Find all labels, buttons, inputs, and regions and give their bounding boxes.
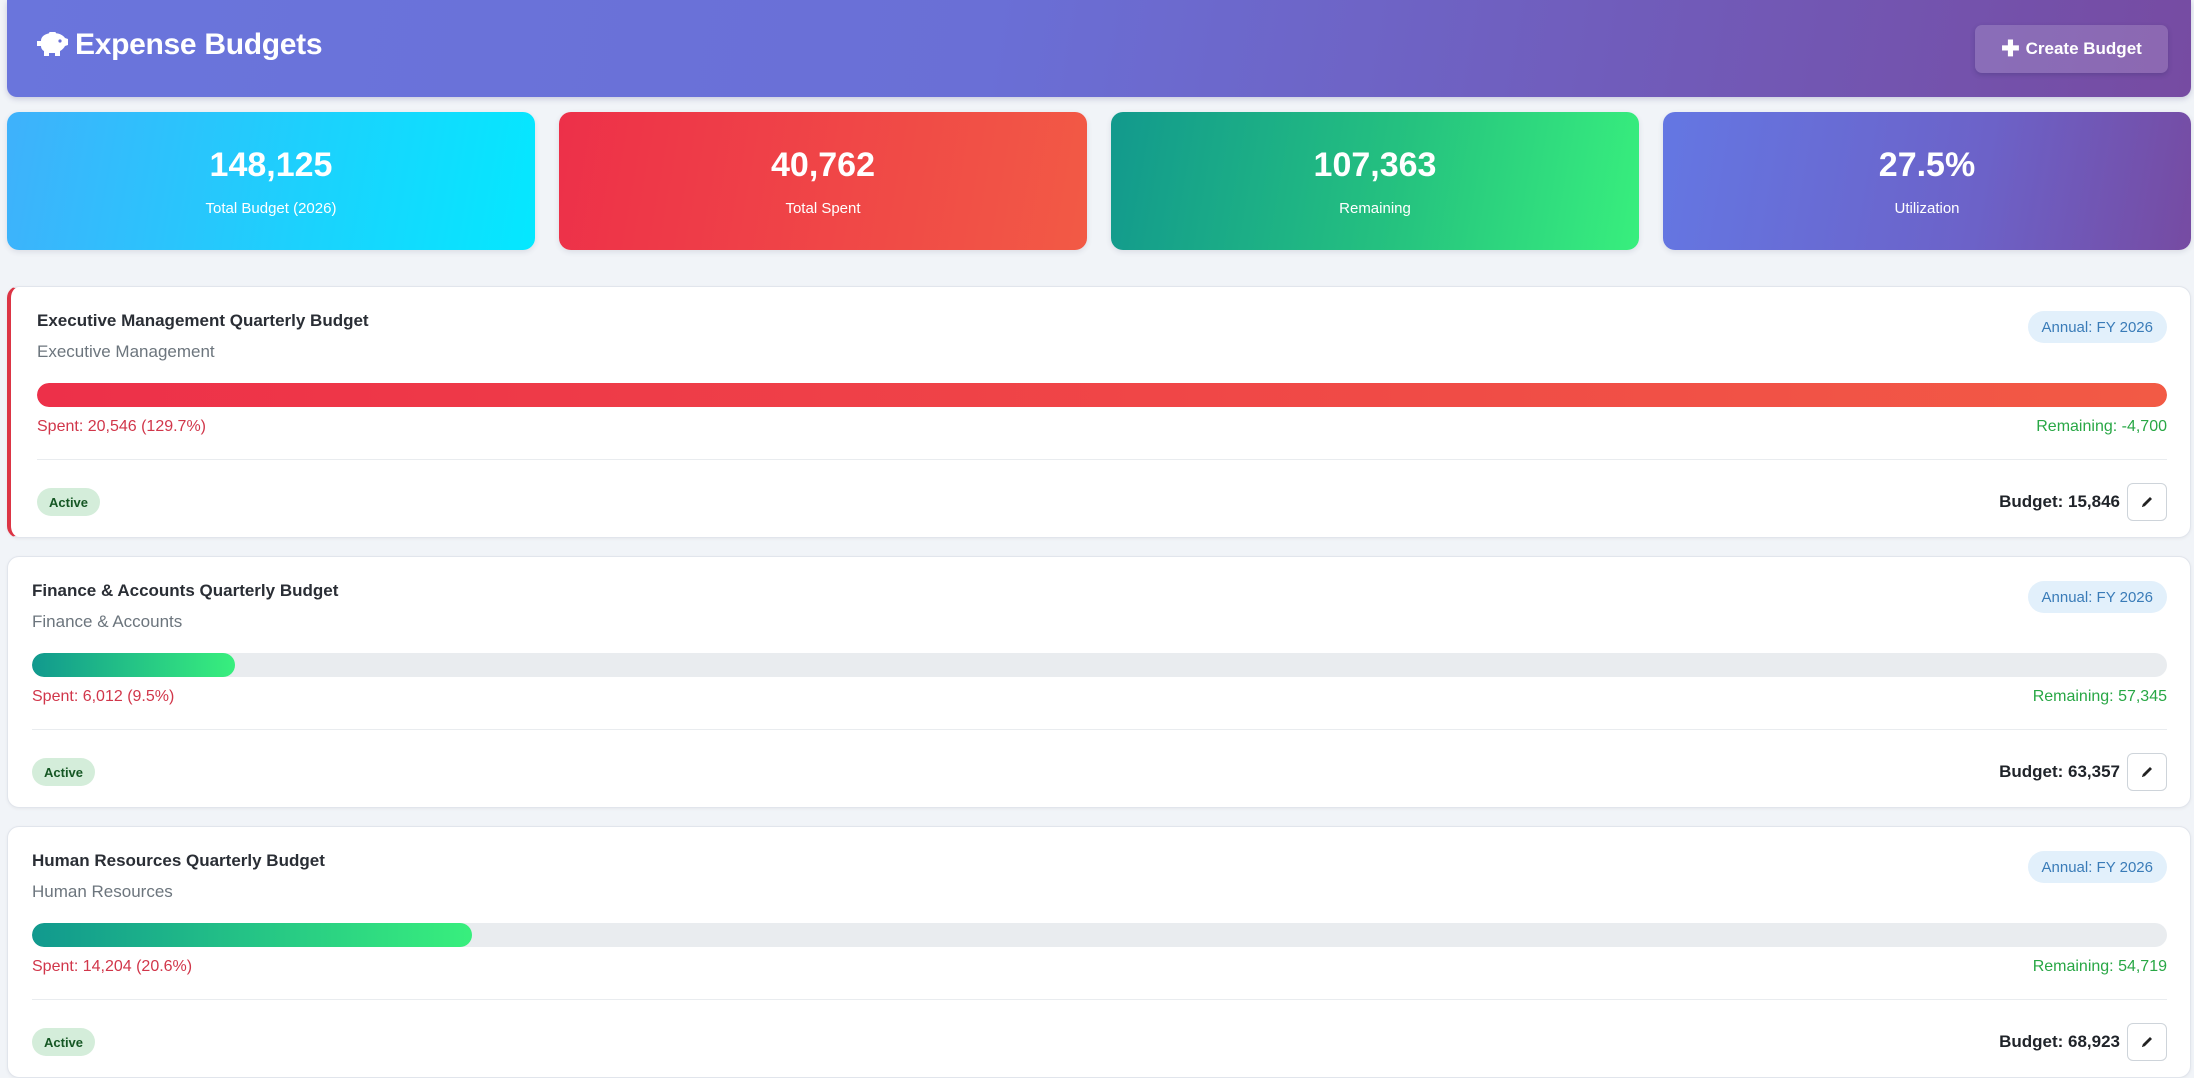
- page-title: Expense Budgets: [33, 28, 323, 62]
- budget-department: Human Resources: [32, 882, 173, 901]
- budget-progress-fill: [32, 923, 472, 947]
- plus-icon: ✚: [2001, 36, 2020, 61]
- stat-value: 40,762: [771, 146, 875, 184]
- piggy-bank-icon: [37, 32, 68, 56]
- budget-spent: Spent: 6,012 (9.5%): [32, 688, 175, 705]
- stat-label: Utilization: [1894, 200, 1960, 217]
- stat-value: 27.5%: [1878, 146, 1976, 184]
- card-divider: [37, 459, 2167, 460]
- stat-value: 148,125: [209, 146, 333, 184]
- card-divider: [32, 999, 2167, 1000]
- budget-progress-fill: [32, 653, 235, 677]
- budget-progress-track: [32, 923, 2167, 947]
- budget-department: Executive Management: [37, 342, 215, 361]
- budget-period-badge: Annual: FY 2026: [2027, 581, 2167, 613]
- stat-remaining: 107,363 Remaining: [1111, 112, 1639, 250]
- pencil-icon: [2142, 497, 2152, 507]
- create-budget-label: Create Budget: [2025, 39, 2142, 58]
- budget-progress-track: [37, 383, 2167, 407]
- budget-amount: Budget: 63,357: [1999, 762, 2120, 781]
- edit-budget-button[interactable]: [2127, 1023, 2167, 1061]
- budget-amount: Budget: 68,923: [1999, 1032, 2120, 1051]
- stat-label: Remaining: [1339, 200, 1411, 217]
- pencil-icon: [2142, 1037, 2152, 1047]
- card-divider: [32, 729, 2167, 730]
- stat-value: 107,363: [1313, 146, 1437, 184]
- budget-remaining: Remaining: 57,345: [2032, 688, 2167, 705]
- budget-progress-fill: [37, 383, 2167, 407]
- budget-spent: Spent: 14,204 (20.6%): [32, 958, 193, 975]
- stat-total-spent: 40,762 Total Spent: [559, 112, 1087, 250]
- pencil-icon: [2142, 767, 2152, 777]
- page-title-text: Expense Budgets: [75, 28, 323, 61]
- budget-amount: Budget: 15,846: [1999, 492, 2120, 511]
- budget-title: Finance & Accounts Quarterly Budget: [32, 581, 339, 600]
- edit-budget-button[interactable]: [2127, 483, 2167, 521]
- stat-total-budget: 148,125 Total Budget (2026): [7, 112, 535, 250]
- status-badge: Active: [32, 758, 96, 786]
- status-badge: Active: [32, 1028, 96, 1056]
- budget-card: Human Resources Quarterly Budget Human R…: [7, 826, 2191, 1078]
- stat-label: Total Budget (2026): [205, 200, 337, 217]
- budget-title: Executive Management Quarterly Budget: [37, 311, 369, 330]
- stat-utilization: 27.5% Utilization: [1663, 112, 2191, 250]
- budget-spent: Spent: 20,546 (129.7%): [37, 418, 207, 435]
- budget-remaining: Remaining: 54,719: [2032, 958, 2167, 975]
- edit-budget-button[interactable]: [2127, 753, 2167, 791]
- budget-period-badge: Annual: FY 2026: [2027, 311, 2167, 343]
- create-budget-button[interactable]: ✚ Create Budget: [1975, 25, 2168, 73]
- page-header: Expense Budgets ✚ Create Budget: [7, 0, 2191, 97]
- status-badge: Active: [37, 488, 101, 516]
- stat-label: Total Spent: [785, 200, 861, 217]
- budget-remaining: Remaining: -4,700: [2036, 418, 2167, 435]
- budget-card: Executive Management Quarterly Budget Ex…: [7, 286, 2191, 538]
- budget-card: Finance & Accounts Quarterly Budget Fina…: [7, 556, 2191, 808]
- budget-department: Finance & Accounts: [32, 612, 183, 631]
- budget-period-badge: Annual: FY 2026: [2027, 851, 2167, 883]
- budget-progress-track: [32, 653, 2167, 677]
- budget-title: Human Resources Quarterly Budget: [32, 851, 325, 870]
